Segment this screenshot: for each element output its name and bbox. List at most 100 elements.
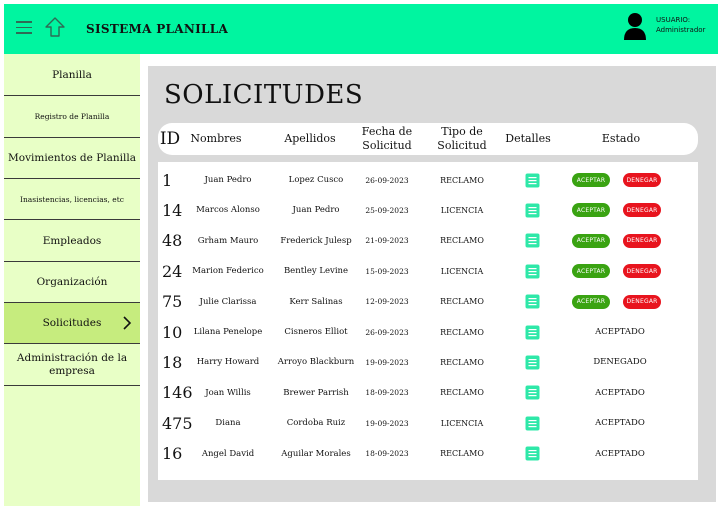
- sidebar-item-label: Empleados: [42, 234, 102, 247]
- accept-button[interactable]: ACEPTAR: [572, 173, 610, 187]
- cell-tipo: LICENCIA: [440, 205, 484, 215]
- cell-apellidos: Brewer Parrish: [283, 387, 349, 398]
- sidebar-item-label: Movimientos de Planilla: [8, 152, 136, 164]
- sidebar-item-administracion[interactable]: Administración de la empresa: [4, 344, 140, 386]
- document-icon[interactable]: [525, 203, 540, 218]
- cell-apellidos: Kerr Salinas: [289, 296, 343, 307]
- sidebar-item-movimientos-planilla[interactable]: Movimientos de Planilla: [4, 138, 140, 179]
- sidebar-item-planilla[interactable]: Planilla: [4, 54, 140, 96]
- document-icon[interactable]: [525, 416, 540, 431]
- column-header-tipo: Tipo de Solicitud: [437, 125, 487, 152]
- cell-nombres: Angel David: [201, 448, 255, 459]
- cell-tipo: RECLAMO: [440, 236, 484, 246]
- accept-button[interactable]: ACEPTAR: [572, 233, 610, 248]
- accept-button[interactable]: ACEPTAR: [572, 264, 610, 279]
- cell-fecha: 26-09-2023: [365, 327, 409, 337]
- deny-button[interactable]: DENEGAR: [623, 203, 661, 218]
- document-icon[interactable]: [525, 385, 540, 400]
- cell-tipo: RECLAMO: [440, 388, 484, 398]
- sidebar-item-organizacion[interactable]: Organización: [4, 262, 140, 303]
- chevron-right-icon: [123, 316, 132, 330]
- cell-tipo: RECLAMO: [440, 175, 484, 185]
- column-header-nombres: Nombres: [190, 132, 242, 145]
- cell-apellidos: Lopez Cusco: [288, 175, 344, 185]
- sidebar-item-empleados[interactable]: Empleados: [4, 220, 140, 262]
- table-row: 1 Juan Pedro Lopez Cusco 26-09-2023 RECLAMO A…: [158, 165, 698, 195]
- table-row: 24 Marion Federico Bentley Levine 15-09-202…: [158, 256, 698, 286]
- cell-nombres: Joan Willis: [205, 387, 251, 398]
- table-header: ID Nombres Apellidos Fecha de Solicitud …: [158, 123, 698, 155]
- cell-tipo: RECLAMO: [440, 357, 484, 367]
- table-row: 48 Grham Mauro Frederick Julesp 21-09-2023 R…: [158, 226, 698, 256]
- cell-fecha: 15-09-2023: [365, 266, 409, 276]
- column-header-detalles: Detalles: [505, 132, 551, 145]
- column-header-id: ID: [159, 129, 181, 149]
- top-bar: SISTEMA PLANILLA USUARIO: Administrador: [4, 4, 718, 54]
- cell-detalles: [522, 439, 542, 469]
- cell-detalles: [522, 256, 542, 286]
- deny-button[interactable]: DENEGAR: [623, 294, 661, 309]
- cell-tipo: RECLAMO: [440, 449, 484, 459]
- deny-button[interactable]: DENEGAR: [623, 233, 661, 248]
- cell-nombres: Marion Federico: [192, 266, 264, 277]
- cell-detalles: [522, 195, 542, 225]
- cell-nombres: Julie Clarissa: [199, 296, 257, 307]
- cell-apellidos: Cordoba Ruiz: [286, 418, 346, 429]
- document-icon[interactable]: [525, 294, 540, 309]
- cell-detalles: [522, 378, 542, 408]
- sidebar-item-label: Planilla: [52, 68, 92, 81]
- cell-estado: ACEPTADO: [595, 448, 645, 459]
- cell-nombres: Diana: [215, 418, 241, 429]
- cell-apellidos: Cisneros Elliot: [284, 327, 348, 337]
- column-header-fecha: Fecha de Solicitud: [361, 125, 413, 152]
- cell-detalles: [522, 347, 542, 377]
- cell-fecha: 18-09-2023: [365, 449, 409, 459]
- accept-button[interactable]: ACEPTAR: [572, 203, 610, 218]
- sidebar-item-label: Registro de Planilla: [34, 112, 110, 121]
- cell-nombres: Juan Pedro: [204, 175, 252, 185]
- cell-fecha: 18-09-2023: [365, 388, 409, 398]
- cell-estado: ACEPTADO: [595, 418, 645, 429]
- user-name: Administrador: [656, 26, 706, 34]
- table-row: 14 Marcos Alonso Juan Pedro 25-09-2023 LICEN…: [158, 195, 698, 225]
- cell-tipo: LICENCIA: [440, 418, 484, 428]
- document-icon[interactable]: [525, 325, 540, 340]
- cell-detalles: [522, 226, 542, 256]
- document-icon[interactable]: [525, 446, 540, 461]
- sidebar: Planilla Registro de Planilla Movimiento…: [4, 54, 140, 506]
- cell-estado: DENEGADO: [593, 357, 647, 368]
- cell-fecha: 19-09-2023: [365, 418, 409, 428]
- user-label: USUARIO:: [656, 16, 691, 24]
- cell-nombres: Grham Mauro: [197, 235, 259, 246]
- cell-detalles: [522, 287, 542, 317]
- cell-fecha: 26-09-2023: [365, 175, 409, 185]
- cell-fecha: 25-09-2023: [365, 205, 409, 215]
- sidebar-item-label: Inasistencias, licencias, etc: [20, 194, 124, 204]
- up-arrow-icon[interactable]: [44, 16, 66, 38]
- sidebar-item-registro-planilla[interactable]: Registro de Planilla: [4, 96, 140, 138]
- cell-fecha: 12-09-2023: [365, 297, 409, 307]
- deny-button[interactable]: DENEGAR: [623, 264, 661, 279]
- document-icon[interactable]: [525, 233, 540, 248]
- hamburger-icon[interactable]: [16, 21, 32, 35]
- column-header-estado: Estado: [601, 132, 641, 145]
- cell-apellidos: Frederick Julesp: [280, 235, 352, 246]
- cell-apellidos: Arroyo Blackburn: [277, 357, 355, 368]
- table-row: 18 Harry Howard Arroyo Blackburn 19-09-2023…: [158, 347, 698, 377]
- table-row: 10 Lilana Penelope Cisneros Elliot 26-09-20…: [158, 317, 698, 347]
- requests-table: 1 Juan Pedro Lopez Cusco 26-09-2023 RECLAMO A…: [158, 162, 698, 480]
- accept-button[interactable]: ACEPTAR: [572, 294, 610, 309]
- app-title: SISTEMA PLANILLA: [86, 22, 229, 36]
- sidebar-item-inasistencias[interactable]: Inasistencias, licencias, etc: [4, 179, 140, 220]
- sidebar-item-label: Administración de la empresa: [16, 351, 128, 377]
- document-icon[interactable]: [525, 264, 540, 279]
- document-icon[interactable]: [525, 355, 540, 370]
- sidebar-item-solicitudes[interactable]: Solicitudes: [4, 303, 140, 344]
- cell-detalles: [522, 317, 542, 347]
- user-icon[interactable]: [622, 12, 648, 40]
- deny-button[interactable]: DENEGAR: [623, 173, 661, 187]
- document-icon[interactable]: [525, 173, 540, 188]
- cell-nombres: Marcos Alonso: [196, 205, 260, 216]
- cell-tipo: RECLAMO: [440, 297, 484, 307]
- cell-tipo: LICENCIA: [440, 266, 484, 276]
